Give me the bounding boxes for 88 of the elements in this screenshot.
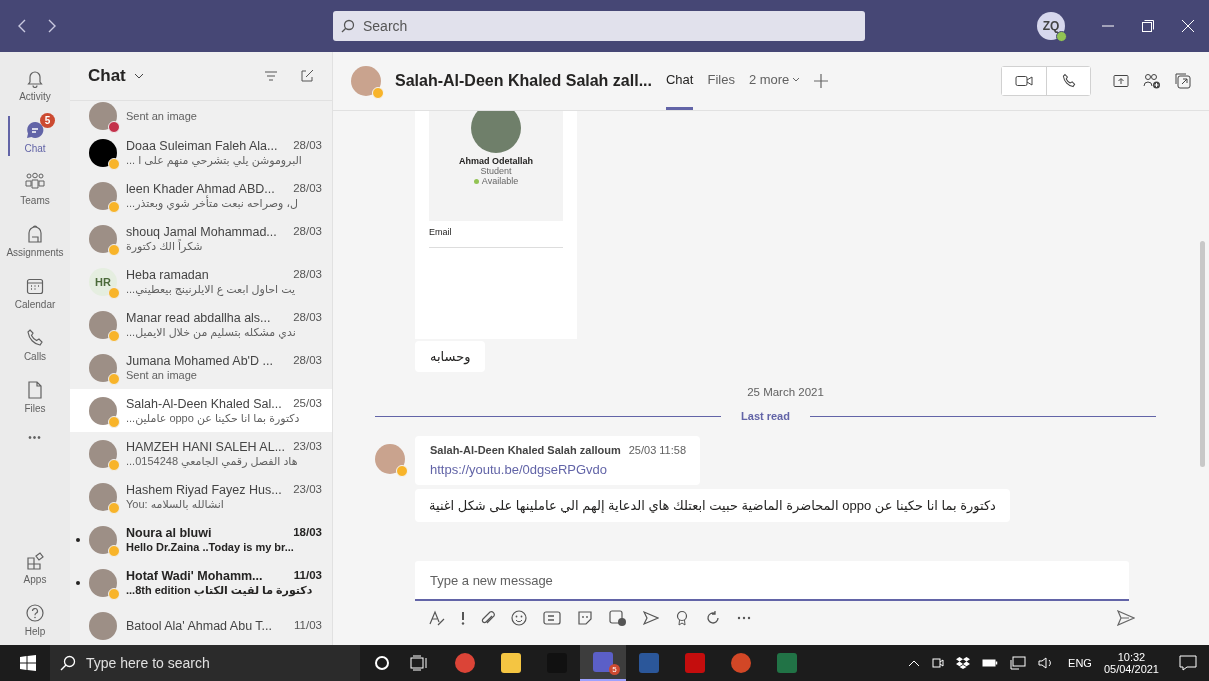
pdf-reader-icon	[685, 653, 705, 673]
clock-time[interactable]: 10:32	[1117, 651, 1146, 663]
compose-icon[interactable]	[300, 69, 314, 83]
meet-now-icon[interactable]	[932, 656, 945, 670]
sender-name: Salah-Al-Deen Khaled Salah zalloum	[430, 444, 621, 456]
send-arrow-icon[interactable]	[643, 610, 659, 626]
refresh-icon[interactable]	[705, 610, 721, 626]
spreadsheet-app-icon	[777, 653, 797, 673]
chat-list-item[interactable]: Sent an image	[70, 101, 332, 131]
share-screen-icon[interactable]	[1113, 74, 1129, 88]
maximize-icon[interactable]	[1141, 19, 1155, 33]
notification-badge: 5	[609, 664, 620, 675]
tab[interactable]: Chat	[665, 52, 694, 110]
file-icon	[25, 379, 45, 400]
taskbar-button[interactable]: 5	[580, 645, 626, 681]
message-bubble: دكتورة بما انا حكينا عن oppo المحاضرة الماضية حبيت ابعتلك هاي الدعاية إلهم الي عاملينها على شكل اغنية	[415, 489, 1010, 522]
chat-list-item[interactable]: Noura al bluwi 18/03 Hello Dr.Zaina ..Today is my br...	[70, 518, 332, 561]
format-icon[interactable]	[429, 610, 445, 626]
unread-count-badge: 5	[40, 112, 55, 128]
exclamation-icon[interactable]	[461, 611, 465, 625]
rail-item[interactable]: Files	[0, 370, 70, 422]
rail-item[interactable]: Teams	[0, 162, 70, 214]
close-icon[interactable]	[1181, 19, 1195, 33]
more-apps-button[interactable]: •••	[0, 432, 70, 443]
rail-item[interactable]: Apps	[0, 541, 70, 593]
phone-icon	[25, 327, 45, 348]
emoji-icon[interactable]	[511, 610, 527, 626]
phone-icon	[1060, 73, 1077, 89]
rail-item[interactable]: Help	[0, 593, 70, 645]
windows-start-icon[interactable]	[20, 655, 36, 671]
forward-icon[interactable]	[46, 19, 56, 33]
date-divider: 25 March 2021	[746, 386, 824, 398]
clock-date[interactable]: 05/04/2021	[1103, 663, 1159, 675]
more-icon[interactable]	[737, 616, 751, 620]
search-icon	[60, 655, 76, 671]
rail-item[interactable]: Calls	[0, 318, 70, 370]
notification-icon[interactable]	[1179, 655, 1197, 671]
cortana-icon[interactable]	[374, 655, 390, 671]
teams-app-icon	[593, 652, 613, 672]
avatar-placeholder	[89, 611, 117, 640]
more-tabs-dropdown[interactable]: 2 more	[748, 52, 801, 110]
people-icon	[24, 171, 46, 192]
message-time: 25/03 11:58	[628, 444, 686, 456]
apps-icon	[25, 550, 45, 571]
backpack-icon	[25, 223, 45, 244]
task-view-icon[interactable]	[410, 655, 428, 671]
word-processor-icon	[639, 653, 659, 673]
rail-item[interactable]: Calendar	[0, 266, 70, 318]
back-icon[interactable]	[18, 19, 28, 33]
search-icon	[341, 19, 355, 33]
dropbox-icon[interactable]	[956, 657, 971, 669]
add-people-icon[interactable]	[1143, 73, 1161, 89]
search-field[interactable]: Search	[333, 11, 865, 41]
award-icon[interactable]	[675, 610, 689, 626]
rail-item[interactable]: Assignments	[0, 214, 70, 266]
conversation-title: Salah-Al-Deen Khaled Salah zall...	[395, 72, 652, 90]
message-link[interactable]: https://youtu.be/0dgseRPGvdo	[430, 462, 686, 477]
help-icon	[25, 602, 45, 623]
pop-out-icon[interactable]	[1175, 73, 1191, 89]
audio-call-button[interactable]	[1046, 67, 1090, 95]
last-read-label: Last read	[741, 410, 790, 422]
battery-icon[interactable]	[982, 658, 999, 668]
chat-list-item[interactable]: Jumana Mohamed Ab'D ... 28/03 Sent an image	[70, 346, 332, 389]
message-input[interactable]: Type a new message	[415, 561, 1129, 601]
status-dot	[396, 465, 408, 477]
attach-icon[interactable]	[481, 610, 495, 626]
rail-item[interactable]: 5 Chat	[0, 110, 70, 162]
chevron-up-icon[interactable]	[908, 659, 921, 667]
initials-avatar: HR	[89, 267, 117, 296]
tab[interactable]: Files	[707, 52, 735, 110]
chat-list-title[interactable]: Chat	[88, 66, 126, 86]
rail-item[interactable]: Activity	[0, 58, 70, 110]
language-indicator[interactable]: ENG	[1068, 657, 1092, 669]
network-icon[interactable]	[1010, 656, 1027, 670]
chat-bubble-icon	[25, 119, 45, 140]
presence-icon	[1056, 31, 1067, 42]
video-camera-icon	[1015, 74, 1033, 88]
schedule-meeting-icon[interactable]	[609, 609, 627, 627]
sticker-icon[interactable]	[577, 610, 593, 626]
chat-list-item[interactable]: Batool Ala' Ahmad Abu T... 11/03	[70, 604, 332, 645]
message-bubble: وحسابه	[415, 341, 486, 372]
photo-placeholder	[471, 111, 521, 153]
taskbar-search-field[interactable]: Type here to search	[50, 645, 360, 681]
chevron-down-icon	[792, 76, 801, 83]
user-avatar[interactable]: ZQ	[1037, 12, 1065, 40]
profile-screenshot: Ahmad Odetallah Student Available Email	[415, 111, 577, 339]
send-icon[interactable]	[1117, 610, 1135, 626]
chevron-down-icon[interactable]	[133, 72, 144, 80]
